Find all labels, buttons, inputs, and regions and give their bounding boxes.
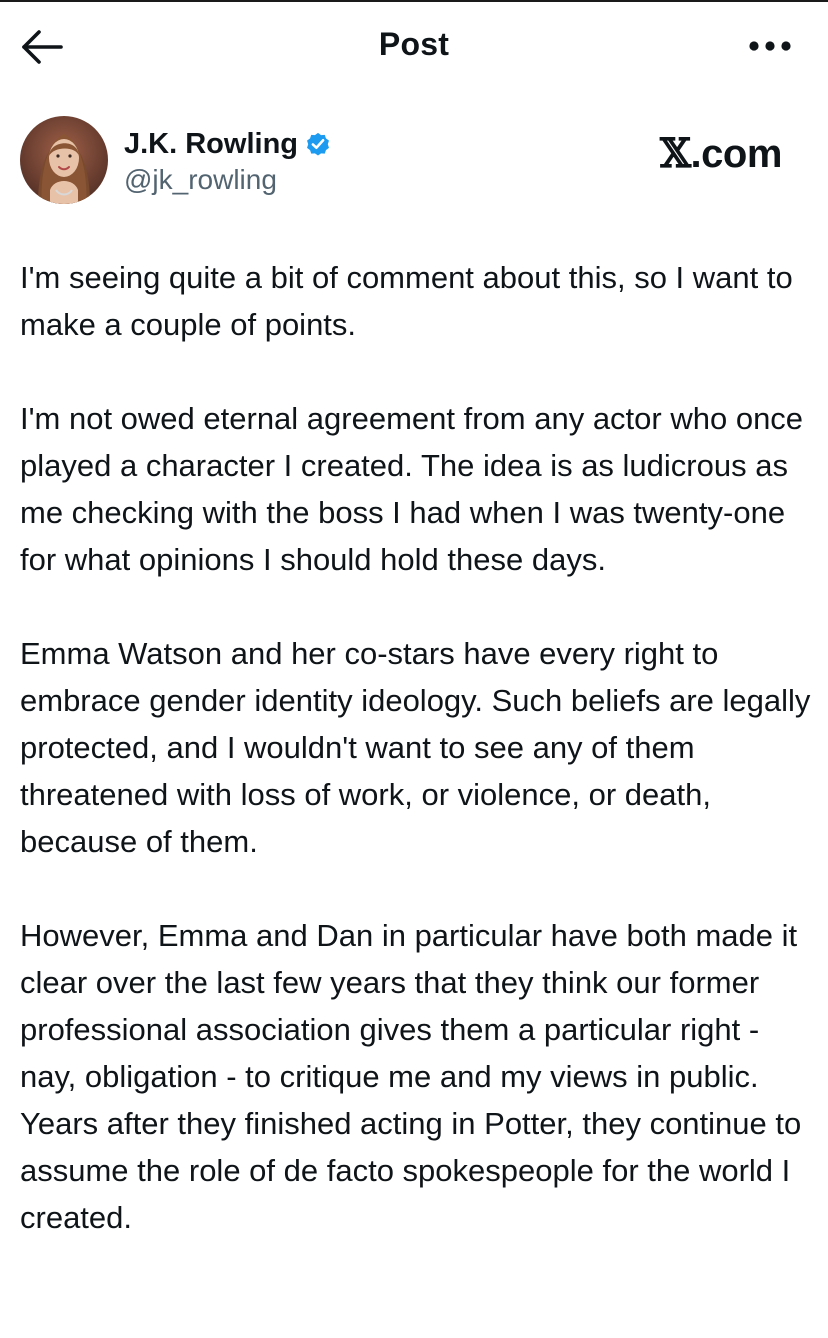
x-logo-icon: 𝕏 bbox=[660, 130, 691, 177]
post-paragraph: However, Emma and Dan in particular have… bbox=[20, 918, 802, 1235]
post-paragraph: Emma Watson and her co-stars have every … bbox=[20, 636, 811, 859]
author-name-row[interactable]: J.K. Rowling bbox=[124, 124, 332, 164]
post-paragraph: I'm seeing quite a bit of comment about … bbox=[20, 260, 793, 342]
verified-badge-icon bbox=[304, 130, 332, 158]
post-header: Post bbox=[0, 2, 828, 90]
x-com-watermark: 𝕏.com bbox=[660, 130, 782, 177]
avatar-image bbox=[20, 116, 108, 204]
page-title: Post bbox=[378, 26, 450, 62]
author-handle[interactable]: @jk_rowling bbox=[124, 164, 277, 196]
more-options-button[interactable] bbox=[742, 26, 798, 66]
post-text: I'm seeing quite a bit of comment about … bbox=[20, 254, 816, 1241]
author-name[interactable]: J.K. Rowling bbox=[124, 128, 298, 161]
watermark-suffix: .com bbox=[690, 132, 783, 176]
more-horizontal-icon bbox=[749, 41, 791, 51]
post-paragraph: I'm not owed eternal agreement from any … bbox=[20, 401, 804, 577]
avatar[interactable] bbox=[20, 116, 108, 204]
